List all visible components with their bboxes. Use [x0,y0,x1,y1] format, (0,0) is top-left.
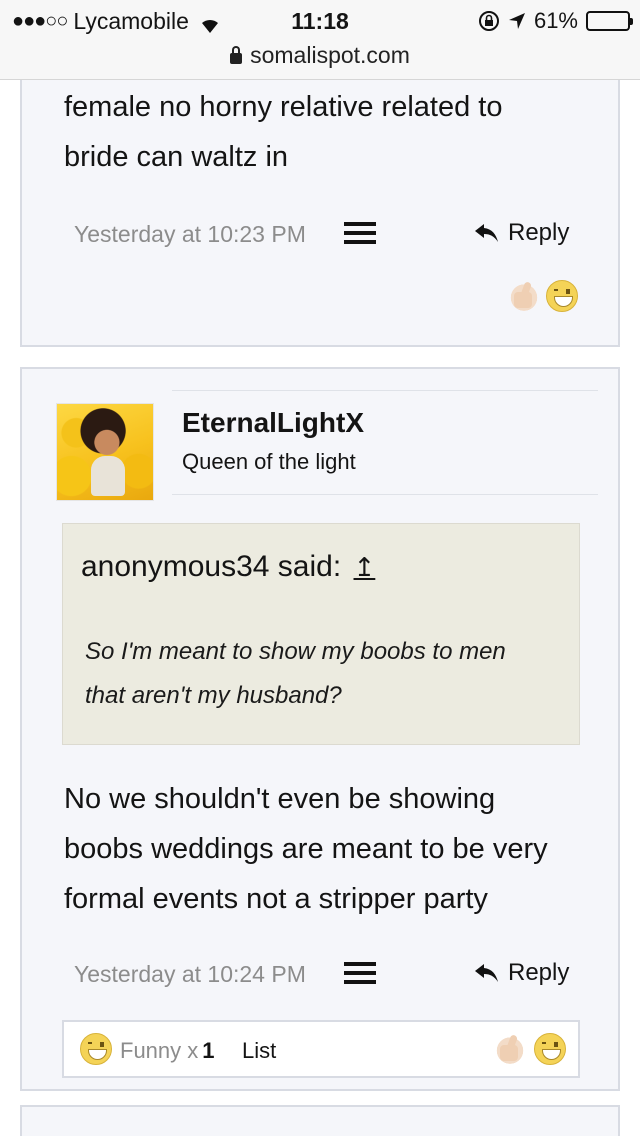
reply-arrow-icon [475,224,498,242]
reactions-list-link[interactable]: List [242,1038,276,1064]
funny-reaction-icon[interactable] [534,1033,566,1065]
post-message: EternalLightX Queen of the light anonymo… [20,367,620,1091]
quote-block: anonymous34 said: ↥ So I'm meant to show… [62,523,580,745]
quote-attribution: anonymous34 said: ↥ [81,550,375,584]
message-line: bride can waltz in [64,141,289,173]
reply-arrow-icon [475,964,498,982]
divider [172,390,598,391]
reaction-summary-label[interactable]: Funny x1 [120,1038,215,1064]
post-menu-icon[interactable] [344,222,376,244]
message-line: formal events not a stripper party [64,883,488,915]
reactions-summary: Funny x1 List [62,1020,580,1078]
quote-author[interactable]: anonymous34 said: [81,550,341,583]
avatar[interactable] [56,403,154,501]
post-message-next [20,1105,620,1136]
lock-icon [230,46,243,64]
message-body: female no horny relative related to brid… [64,82,502,182]
address-bar[interactable]: somalispot.com [0,42,640,69]
message-body: No we shouldn't even be showing boobs we… [64,774,548,924]
post-message: female no horny relative related to brid… [20,40,620,347]
funny-reaction-icon [80,1033,112,1065]
browser-top-bar: ●●●○○ Lycamobile 11:18 61% somalispot.co… [0,0,640,80]
orientation-lock-icon [478,11,499,31]
reply-label: Reply [508,219,570,246]
like-reaction-icon[interactable] [508,280,540,312]
reaction-count: 1 [202,1038,215,1063]
battery-icon [586,11,633,31]
reply-label: Reply [508,959,570,986]
jump-to-quote-icon[interactable]: ↥ [354,552,376,582]
divider [172,494,598,495]
funny-reaction-icon[interactable] [546,280,578,312]
battery-percent: 61% [533,8,578,33]
post-timestamp[interactable]: Yesterday at 10:24 PM [74,961,306,988]
url-text: somalispot.com [250,42,410,68]
quote-line: So I'm meant to show my boobs to men [85,638,506,665]
quote-line: that aren't my husband? [85,682,342,709]
post-menu-icon[interactable] [344,962,376,984]
message-line: female no horny relative related to [64,91,503,123]
like-reaction-icon[interactable] [494,1033,526,1065]
quote-text: So I'm meant to show my boobs to men tha… [85,630,506,718]
post-timestamp[interactable]: Yesterday at 10:23 PM [74,221,306,248]
message-line: No we shouldn't even be showing [64,783,496,815]
reply-button[interactable]: Reply [474,219,569,247]
reply-button[interactable]: Reply [474,959,569,987]
location-arrow-icon [508,13,525,29]
status-right: 61% [478,8,633,34]
message-line: boobs weddings are meant to be very [64,833,548,865]
reaction-name: Funny x [120,1038,199,1063]
user-title: Queen of the light [182,449,356,474]
username-link[interactable]: EternalLightX [182,407,364,439]
